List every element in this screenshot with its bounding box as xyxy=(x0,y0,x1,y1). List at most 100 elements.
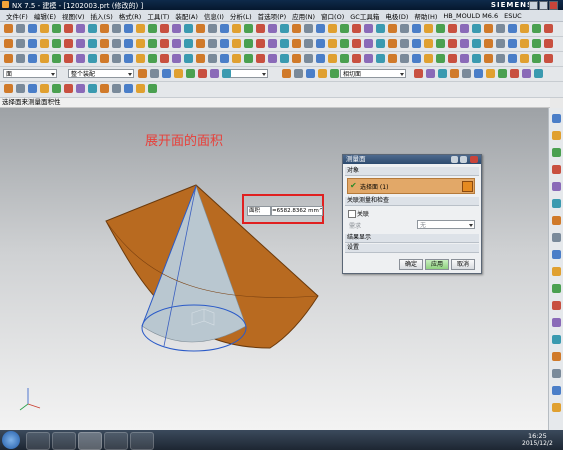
toolbar-tool-icon[interactable] xyxy=(292,24,301,33)
toolbar-tool-icon[interactable] xyxy=(460,39,469,48)
toolbar-tool-icon[interactable] xyxy=(292,54,301,63)
toolbar-tool-icon[interactable] xyxy=(198,69,207,78)
toolbar-tool-icon[interactable] xyxy=(496,24,505,33)
toolbar-tool-icon[interactable] xyxy=(208,24,217,33)
toolbar-tool-icon[interactable] xyxy=(412,24,421,33)
toolbar-tool-icon[interactable] xyxy=(136,54,145,63)
toolbar-tool-icon[interactable] xyxy=(64,54,73,63)
toolbar-tool-icon[interactable] xyxy=(306,69,315,78)
menu-window[interactable]: 窗口(O) xyxy=(321,11,344,21)
menu-gc-toolbox[interactable]: GC工具箱 xyxy=(350,11,379,21)
start-button[interactable] xyxy=(2,431,20,449)
toolbar-tool-icon[interactable] xyxy=(148,54,157,63)
toolbar-tool-icon[interactable] xyxy=(414,69,423,78)
toolbar-tool-icon[interactable] xyxy=(64,39,73,48)
toolbar-tool-icon[interactable] xyxy=(160,24,169,33)
toolbar-tool-icon[interactable] xyxy=(292,39,301,48)
toolbar-tool-icon[interactable] xyxy=(424,39,433,48)
toolbar-tool-icon[interactable] xyxy=(124,54,133,63)
toolbar-tool-icon[interactable] xyxy=(112,39,121,48)
toolbar-tool-icon[interactable] xyxy=(16,54,25,63)
toolbar-tool-icon[interactable] xyxy=(508,54,517,63)
toolbar-tool-icon[interactable] xyxy=(412,54,421,63)
menu-application[interactable]: 应用(N) xyxy=(292,11,315,21)
resource-bar-icon[interactable] xyxy=(552,233,561,242)
menu-info[interactable]: 信息(I) xyxy=(204,11,224,21)
snap-select[interactable] xyxy=(228,69,268,78)
resource-bar-icon[interactable] xyxy=(552,386,561,395)
resource-bar-icon[interactable] xyxy=(552,369,561,378)
cancel-button[interactable]: 取消 xyxy=(451,259,475,270)
toolbar-tool-icon[interactable] xyxy=(76,54,85,63)
toolbar-tool-icon[interactable] xyxy=(184,39,193,48)
toolbar-tool-icon[interactable] xyxy=(162,69,171,78)
toolbar-tool-icon[interactable] xyxy=(534,69,543,78)
toolbar-tool-icon[interactable] xyxy=(376,54,385,63)
face-selection-icon[interactable] xyxy=(462,181,473,192)
toolbar-tool-icon[interactable] xyxy=(316,54,325,63)
toolbar-tool-icon[interactable] xyxy=(40,39,49,48)
dialog-menu-icon[interactable] xyxy=(460,156,467,163)
toolbar-tool-icon[interactable] xyxy=(318,69,327,78)
toolbar-tool-icon[interactable] xyxy=(328,54,337,63)
toolbar-tool-icon[interactable] xyxy=(328,24,337,33)
toolbar-tool-icon[interactable] xyxy=(316,24,325,33)
toolbar-tool-icon[interactable] xyxy=(256,24,265,33)
toolbar-tool-icon[interactable] xyxy=(244,24,253,33)
toolbar-tool-icon[interactable] xyxy=(400,24,409,33)
toolbar-tool-icon[interactable] xyxy=(40,54,49,63)
select-face-row[interactable]: ✔ 选择面 (1) xyxy=(347,178,475,194)
toolbar-tool-icon[interactable] xyxy=(64,24,73,33)
taskbar-app-3[interactable] xyxy=(78,432,102,450)
face-rule-select[interactable]: 相切面 xyxy=(340,69,406,78)
toolbar-tool-icon[interactable] xyxy=(244,54,253,63)
toolbar-tool-icon[interactable] xyxy=(100,39,109,48)
toolbar-tool-icon[interactable] xyxy=(112,84,121,93)
toolbar-tool-icon[interactable] xyxy=(304,24,313,33)
toolbar-tool-icon[interactable] xyxy=(412,39,421,48)
toolbar-tool-icon[interactable] xyxy=(498,69,507,78)
toolbar-tool-icon[interactable] xyxy=(52,24,61,33)
toolbar-tool-icon[interactable] xyxy=(352,39,361,48)
toolbar-tool-icon[interactable] xyxy=(256,54,265,63)
toolbar-tool-icon[interactable] xyxy=(436,54,445,63)
toolbar-tool-icon[interactable] xyxy=(256,39,265,48)
menu-analysis[interactable]: 分析(L) xyxy=(230,11,252,21)
toolbar-tool-icon[interactable] xyxy=(532,24,541,33)
toolbar-tool-icon[interactable] xyxy=(280,39,289,48)
toolbar-tool-icon[interactable] xyxy=(28,54,37,63)
section-associative[interactable]: 关联测量和检查 xyxy=(345,197,479,206)
dialog-close-icon[interactable] xyxy=(470,156,478,163)
toolbar-tool-icon[interactable] xyxy=(172,39,181,48)
toolbar-tool-icon[interactable] xyxy=(280,24,289,33)
toolbar-tool-icon[interactable] xyxy=(520,39,529,48)
toolbar-tool-icon[interactable] xyxy=(16,84,25,93)
resource-bar-icon[interactable] xyxy=(552,267,561,276)
toolbar-tool-icon[interactable] xyxy=(400,54,409,63)
toolbar-tool-icon[interactable] xyxy=(160,54,169,63)
resource-bar-icon[interactable] xyxy=(552,182,561,191)
toolbar-tool-icon[interactable] xyxy=(364,24,373,33)
toolbar-tool-icon[interactable] xyxy=(268,24,277,33)
toolbar-tool-icon[interactable] xyxy=(424,54,433,63)
toolbar-tool-icon[interactable] xyxy=(160,39,169,48)
toolbar-tool-icon[interactable] xyxy=(64,84,73,93)
menu-file[interactable]: 文件(F) xyxy=(6,11,28,21)
taskbar-app-4[interactable] xyxy=(104,432,128,450)
toolbar-tool-icon[interactable] xyxy=(184,54,193,63)
toolbar-tool-icon[interactable] xyxy=(138,69,147,78)
resource-bar-icon[interactable] xyxy=(552,335,561,344)
type-filter-select[interactable]: 面 xyxy=(3,69,57,78)
toolbar-tool-icon[interactable] xyxy=(172,24,181,33)
section-result-display[interactable]: 结果显示 xyxy=(345,234,479,243)
toolbar-tool-icon[interactable] xyxy=(124,39,133,48)
toolbar-tool-icon[interactable] xyxy=(376,24,385,33)
toolbar-tool-icon[interactable] xyxy=(100,24,109,33)
toolbar-tool-icon[interactable] xyxy=(40,84,49,93)
toolbar-tool-icon[interactable] xyxy=(124,24,133,33)
menu-preferences[interactable]: 首选项(P) xyxy=(258,11,287,21)
resource-bar-icon[interactable] xyxy=(552,199,561,208)
toolbar-tool-icon[interactable] xyxy=(220,24,229,33)
toolbar-tool-icon[interactable] xyxy=(52,54,61,63)
ok-button[interactable]: 确定 xyxy=(399,259,423,270)
